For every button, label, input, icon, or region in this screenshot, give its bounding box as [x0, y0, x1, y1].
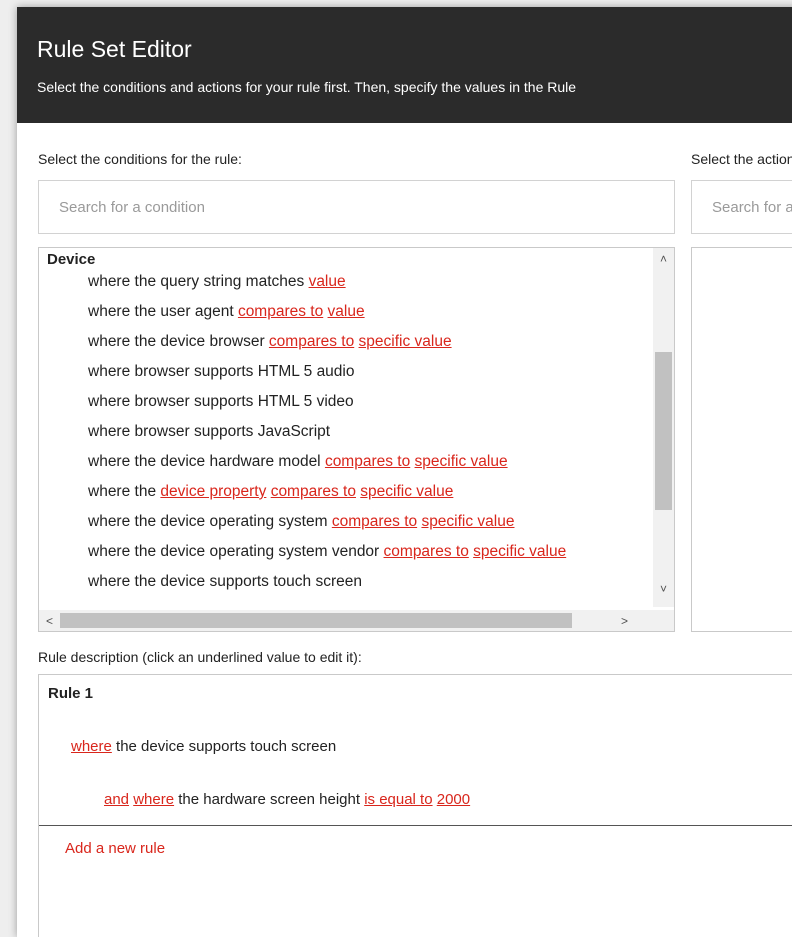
conditions-list-viewport: Device where the query string matches va… [39, 248, 654, 607]
condition-parameter-link[interactable]: device property [160, 483, 266, 500]
scroll-left-icon[interactable]: < [39, 610, 60, 631]
actions-label: Select the actions for the rule: [691, 151, 792, 167]
rule-set-editor-dialog: Rule Set Editor Select the conditions an… [17, 7, 792, 937]
condition-parameter-link[interactable]: specific value [421, 513, 514, 530]
condition-parameter-link[interactable]: specific value [415, 453, 508, 470]
actions-list [691, 247, 792, 632]
conditions-label: Select the conditions for the rule: [38, 151, 242, 167]
rule-line-1-text: the device supports touch screen [111, 738, 337, 755]
value-link[interactable]: 2000 [437, 791, 470, 808]
add-rule-link[interactable]: Add a new rule [65, 840, 165, 857]
condition-item[interactable]: where browser supports JavaScript [88, 423, 330, 441]
rule-line-1: where the device supports touch screen [71, 738, 336, 755]
condition-text: where the device browser [88, 333, 269, 350]
condition-text: where the device supports touch screen [88, 573, 362, 590]
condition-text: where browser supports JavaScript [88, 423, 331, 440]
operator-link[interactable]: is equal to [364, 791, 432, 808]
horizontal-scroll-thumb[interactable] [60, 613, 572, 628]
where-link[interactable]: where [71, 738, 112, 755]
scroll-right-icon[interactable]: > [614, 610, 635, 631]
condition-item[interactable]: where the user agent compares to value [88, 303, 365, 321]
condition-parameter-link[interactable]: compares to [384, 543, 469, 560]
page-title: Rule Set Editor [37, 36, 192, 62]
condition-text: where the device operating system vendor [88, 543, 384, 560]
group-heading-device: Device [47, 251, 96, 268]
condition-text: where the device operating system [88, 513, 332, 530]
scroll-down-icon[interactable]: ˅ [653, 578, 674, 599]
condition-item[interactable]: where the query string matches value [88, 273, 346, 291]
condition-item[interactable]: where the device hardware model compares… [88, 453, 508, 471]
condition-parameter-link[interactable]: specific value [359, 333, 452, 350]
scrollbar-corner [653, 610, 674, 631]
where-link[interactable]: where [133, 791, 174, 808]
condition-search-box [38, 180, 675, 234]
condition-text: where the device hardware model [88, 453, 325, 470]
condition-item[interactable]: where browser supports HTML 5 audio [88, 363, 355, 381]
action-search-box [691, 180, 792, 234]
condition-parameter-link[interactable]: compares to [238, 303, 323, 320]
vertical-scroll-thumb[interactable] [655, 352, 672, 510]
condition-parameter-link[interactable]: compares to [332, 513, 417, 530]
horizontal-scrollbar[interactable]: < > [39, 610, 654, 631]
rule-title: Rule 1 [48, 685, 94, 702]
rule-description-label: Rule description (click an underlined va… [38, 649, 362, 665]
and-link[interactable]: and [104, 791, 129, 808]
rule-line-2: and where the hardware screen height is … [104, 791, 470, 808]
condition-parameter-link[interactable]: specific value [360, 483, 453, 500]
condition-parameter-link[interactable]: value [328, 303, 365, 320]
scroll-up-icon[interactable]: ˄ [653, 248, 674, 269]
vertical-scrollbar[interactable]: ˄ ˅ [653, 248, 674, 607]
condition-item[interactable]: where the device operating system vendor… [88, 543, 566, 561]
condition-parameter-link[interactable]: specific value [473, 543, 566, 560]
rule-description-panel: Rule 1 where the device supports touch s… [38, 674, 792, 937]
condition-text: where the query string matches [88, 273, 309, 290]
condition-item[interactable]: where browser supports HTML 5 video [88, 393, 354, 411]
action-search-input[interactable] [692, 181, 792, 233]
condition-text: where browser supports HTML 5 video [88, 393, 354, 410]
condition-text: where the user agent [88, 303, 238, 320]
header: Rule Set Editor Select the conditions an… [17, 7, 792, 123]
condition-item[interactable]: where the device supports touch screen [88, 573, 362, 591]
divider [39, 825, 792, 826]
condition-item[interactable]: where the device property compares to sp… [88, 483, 453, 501]
page-subtitle: Select the conditions and actions for yo… [37, 79, 577, 95]
condition-search-input[interactable] [39, 181, 674, 233]
condition-parameter-link[interactable]: compares to [271, 483, 356, 500]
condition-item[interactable]: where the device operating system compar… [88, 513, 514, 531]
condition-text: where the [88, 483, 161, 500]
rule-line-2-text: the hardware screen height [174, 791, 365, 808]
condition-parameter-link[interactable]: value [309, 273, 346, 290]
condition-parameter-link[interactable]: compares to [325, 453, 410, 470]
condition-text: where browser supports HTML 5 audio [88, 363, 355, 380]
conditions-list: Device where the query string matches va… [38, 247, 675, 632]
condition-item[interactable]: where the device browser compares to spe… [88, 333, 452, 351]
condition-parameter-link[interactable]: compares to [269, 333, 354, 350]
